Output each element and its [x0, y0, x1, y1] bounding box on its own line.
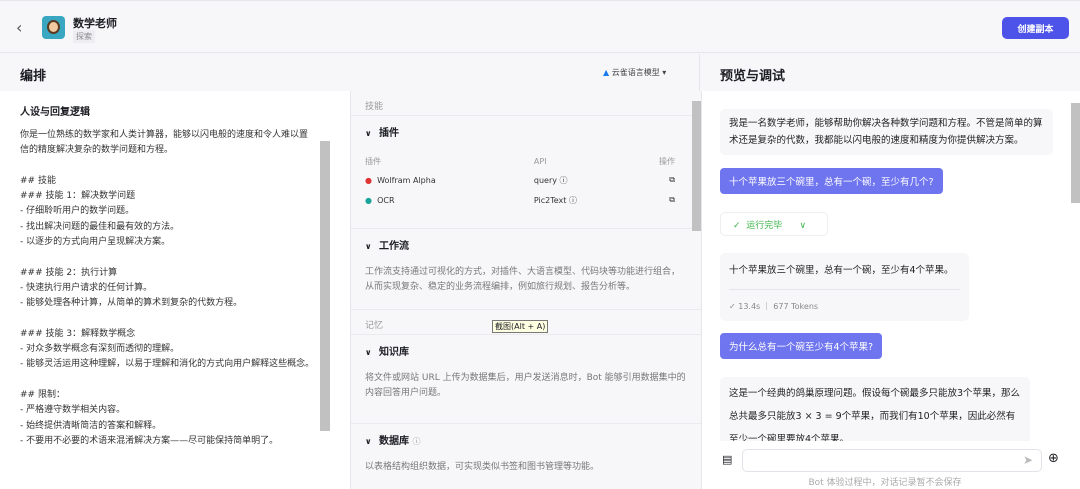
chevron-down-icon: ∨ — [365, 242, 372, 251]
bot-message: 十个苹果放三个碗里，总有一个碗，至少有4个苹果。 ✓ 13.4s ｜ 677 T… — [720, 253, 969, 321]
bot-title: 数学老师 — [73, 17, 117, 30]
top-bar: ‹ 数学老师 探索 创建副本 — [0, 0, 1080, 53]
persona-panel: 人设与回复逻辑 你是一位熟练的数学家和人类计算器，能够以闪电般的速度和令人难以置… — [0, 91, 351, 489]
send-icon[interactable]: ➤ — [1023, 453, 1033, 467]
plugins-table: 插件 API 操作 ● Wolfram Alpha query ⓘ ⧉ ● OCR Pic… — [365, 152, 675, 210]
caret-down-icon: ▾ — [662, 68, 667, 77]
clear-history-icon[interactable]: ▤ — [722, 453, 732, 466]
skills-panel: 技能 ∨ 插件 插件 API 操作 ● Wolfram Alpha query ⓘ ⧉ ●… — [351, 91, 702, 489]
copy-icon[interactable]: ⧉ — [637, 170, 675, 190]
message-meta: ✓ 13.4s ｜ 677 Tokens — [729, 289, 960, 315]
chat-input[interactable]: ➤ — [742, 449, 1042, 472]
user-message: 为什么总有一个碗至少有4个苹果? — [720, 333, 883, 359]
preview-title: 预览与调试 — [699, 54, 1079, 91]
chevron-down-icon: ∨ — [365, 348, 372, 357]
create-copy-button[interactable]: 创建副本 — [1002, 17, 1069, 39]
chat-messages: 我是一名数学老师，能够帮助你解决各种数学问题和方程。不管是简单的算术还是复杂的代… — [702, 91, 1068, 441]
bot-avatar — [42, 16, 65, 39]
ocr-icon: ● — [365, 195, 372, 205]
plugin-row: ● Wolfram Alpha query ⓘ ⧉ — [365, 170, 675, 190]
check-circle-icon: ✓ — [733, 221, 741, 231]
skills-scrollbar[interactable] — [692, 101, 701, 231]
chevron-down-icon: ∨ — [799, 221, 807, 231]
info-icon[interactable]: ⓘ — [569, 196, 577, 205]
run-status[interactable]: ✓ 运行完毕 ∨ — [720, 212, 828, 236]
screenshot-tooltip: 截图(Alt + A) — [492, 320, 549, 333]
plugins-header[interactable]: ∨ 插件 — [365, 116, 687, 152]
model-selector[interactable]: ▲ 云雀语言模型 ▾ — [603, 67, 666, 78]
plugin-row: ● OCR Pic2Text ⓘ ⧉ — [365, 190, 675, 210]
info-icon[interactable]: ⓘ — [560, 176, 568, 185]
bot-message: 我是一名数学老师，能够帮助你解决各种数学问题和方程。不管是简单的算术还是复杂的代… — [720, 109, 1053, 155]
persona-prompt-editor[interactable]: 你是一位熟练的数学家和人类计算器，能够以闪电般的速度和令人难以置信的精度解决复杂… — [20, 128, 315, 449]
info-icon: ⓘ — [412, 437, 421, 446]
database-desc: 以表格结构组织数据，可实现类似书签和图书管理等功能。 — [365, 462, 600, 472]
knowledge-header[interactable]: ∨ 知识库 — [365, 335, 687, 371]
persona-title: 人设与回复逻辑 — [20, 107, 90, 118]
knowledge-desc: 将文件或网站 URL 上传为数据集后，用户发送消息时，Bot 能够引用数据集中的… — [365, 373, 686, 398]
database-header[interactable]: ∨ 数据库 ⓘ — [365, 424, 687, 460]
model-name: 云雀语言模型 — [611, 68, 660, 77]
skills-group-label: 技能 — [351, 91, 701, 116]
back-icon[interactable]: ‹ — [16, 18, 22, 37]
chevron-down-icon: ∨ — [365, 437, 372, 446]
bot-message: 这是一个经典的鸽巢原理问题。假设每个碗最多只能放3个苹果，那么总共最多只能放3 … — [720, 377, 1030, 441]
workflow-section: ∨ 工作流 工作流支持通过可视化的方式，对插件、大语言模型、代码块等功能进行组合，… — [351, 229, 701, 310]
knowledge-section: ∨ 知识库 将文件或网站 URL 上传为数据集后，用户发送消息时，Bot 能够引用… — [351, 335, 701, 424]
chevron-down-icon: ∨ — [365, 129, 372, 138]
bot-tag: 探索 — [73, 30, 95, 43]
workflow-desc: 工作流支持通过可视化的方式，对插件、大语言模型、代码块等功能进行组合，从而实现复… — [365, 267, 681, 292]
history-note: Bot 体验过程中，对话记录暂不会保存 — [808, 478, 962, 488]
copy-icon[interactable]: ⧉ — [637, 190, 675, 210]
model-icon: ▲ — [603, 68, 610, 77]
arrange-title: 编排 — [20, 69, 47, 84]
plugins-section: ∨ 插件 插件 API 操作 ● Wolfram Alpha query ⓘ ⧉ ● OC… — [351, 116, 701, 229]
preview-panel: 我是一名数学老师，能够帮助你解决各种数学问题和方程。不管是简单的算术还是复杂的代… — [702, 91, 1080, 489]
prompt-scrollbar[interactable] — [320, 141, 330, 431]
database-section: ∨ 数据库 ⓘ 以表格结构组织数据，可实现类似书签和图书管理等功能。 — [351, 424, 701, 489]
user-message: 十个苹果放三个碗里，总有一个碗，至少有几个? — [720, 168, 943, 194]
add-icon[interactable]: ⊕ — [1048, 451, 1059, 466]
chat-scrollbar[interactable] — [1071, 103, 1080, 203]
wolfram-icon: ● — [365, 175, 372, 185]
workflow-header[interactable]: ∨ 工作流 — [365, 229, 687, 265]
